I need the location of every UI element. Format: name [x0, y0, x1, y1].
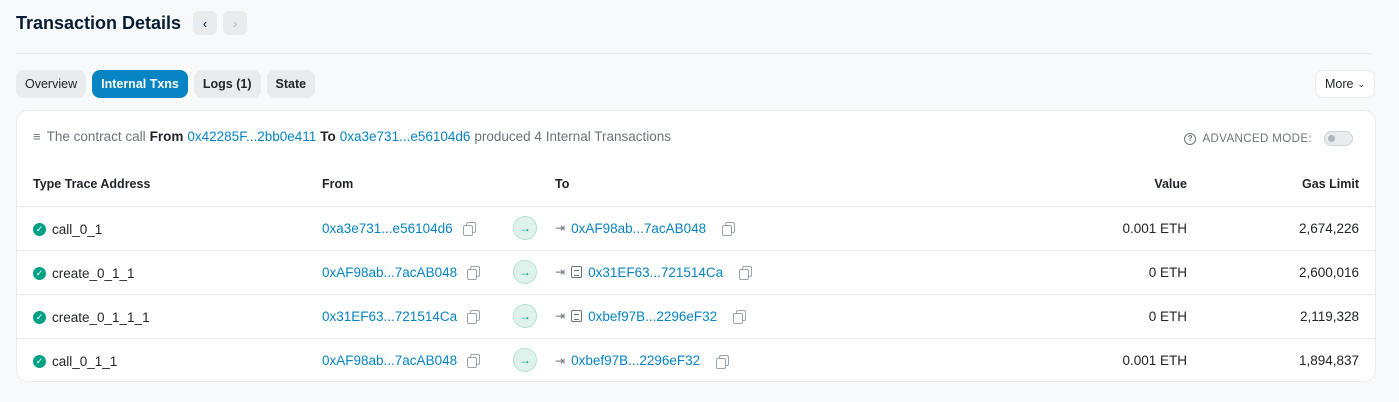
header-gas-limit: Gas Limit — [1187, 163, 1375, 207]
header-arrow — [513, 163, 555, 207]
tab-state[interactable]: State — [266, 70, 316, 98]
header-from: From — [322, 163, 513, 207]
summary-to-label: To — [320, 129, 336, 144]
summary-from-label: From — [149, 129, 184, 144]
to-address[interactable]: 0xbef97B...2296eF32 — [571, 353, 700, 368]
chevron-right-icon: › — [232, 15, 238, 31]
sign-in-icon: ⇥ — [555, 221, 566, 236]
contract-file-icon — [571, 266, 583, 279]
value-cell: 0 ETH — [1035, 294, 1187, 339]
copy-icon[interactable] — [716, 354, 730, 369]
gas-limit-cell: 1,894,837 — [1298, 352, 1359, 368]
list-tree-icon: ≡ — [33, 129, 41, 144]
trace-type: call_0_1 — [52, 221, 103, 237]
from-address[interactable]: 0x31EF63...721514Ca — [322, 309, 457, 324]
copy-icon[interactable] — [462, 221, 476, 236]
success-check-icon: ✓ — [33, 310, 46, 324]
header-value: Value — [1035, 163, 1187, 207]
summary-prefix: The contract call — [46, 129, 146, 144]
summary-suffix: produced 4 Internal Transactions — [474, 129, 672, 144]
to-address[interactable]: 0x31EF63...721514Ca — [588, 265, 723, 280]
more-dropdown-button[interactable]: More ⌄ — [1315, 70, 1375, 98]
tab-logs[interactable]: Logs (1) — [193, 70, 261, 98]
internal-txns-table: Type Trace Address From To Value Gas Lim… — [17, 163, 1375, 381]
gas-limit-cell: 2,674,226 — [1187, 206, 1375, 251]
trace-type: create_0_1_1 — [52, 265, 135, 281]
sign-in-icon: ⇥ — [555, 265, 566, 280]
arrow-right-icon: → — [513, 216, 537, 240]
trace-type: create_0_1_1_1 — [52, 309, 150, 325]
summary-to-address[interactable]: 0xa3e731...e56104d6 — [340, 129, 471, 144]
copy-icon[interactable] — [722, 222, 736, 237]
advanced-mode-label: ADVANCED MODE: — [1202, 132, 1312, 145]
from-address[interactable]: 0xAF98ab...7acAB048 — [322, 265, 457, 280]
to-address[interactable]: 0xbef97B...2296eF32 — [588, 309, 717, 324]
header-to: To — [555, 163, 1035, 207]
advanced-mode-toggle[interactable] — [1324, 131, 1353, 146]
table-row: ✓ create_0_1_1 0xAF98ab...7acAB048 → ⇥ 0x3… — [17, 250, 1375, 295]
tab-internal-txns[interactable]: Internal Txns — [92, 70, 188, 98]
tab-bar: Overview Internal Txns Logs (1) State — [16, 70, 316, 98]
value-cell: 0.001 ETH — [1122, 352, 1187, 368]
internal-txns-card: ≡ The contract call From 0x42285F...2bb0… — [16, 110, 1376, 382]
copy-icon[interactable] — [733, 310, 747, 325]
arrow-right-icon: → — [513, 304, 537, 328]
table-row: ✓ call_0_1 0xa3e731...e56104d6 → ⇥ 0xAF98a… — [17, 206, 1375, 251]
sign-in-icon: ⇥ — [555, 353, 566, 368]
header-type-trace: Type Trace Address — [17, 163, 322, 207]
page-header: Transaction Details ‹ › — [16, 10, 1371, 54]
internal-txns-summary: ≡ The contract call From 0x42285F...2bb0… — [33, 129, 671, 144]
copy-icon[interactable] — [739, 266, 753, 281]
table-row: ✓ call_0_1_1 0xAF98ab...7acAB048 → ⇥ 0xbef… — [17, 338, 1375, 381]
sign-in-icon: ⇥ — [555, 309, 566, 324]
copy-icon[interactable] — [467, 353, 481, 368]
table-row: ✓ create_0_1_1_1 0x31EF63...721514Ca → ⇥ 0… — [17, 294, 1375, 339]
gas-limit-cell: 2,600,016 — [1187, 250, 1375, 295]
next-transaction-button[interactable]: › — [223, 11, 248, 35]
chevron-down-icon: ⌄ — [1357, 79, 1366, 89]
contract-file-icon — [571, 310, 583, 323]
to-address[interactable]: 0xAF98ab...7acAB048 — [571, 221, 706, 236]
value-cell: 0 ETH — [1035, 250, 1187, 295]
page-title: Transaction Details — [16, 13, 182, 33]
trace-type: call_0_1_1 — [52, 353, 118, 369]
from-address[interactable]: 0xAF98ab...7acAB048 — [322, 353, 457, 368]
table-header-row: Type Trace Address From To Value Gas Lim… — [17, 163, 1375, 207]
copy-icon[interactable] — [467, 309, 481, 324]
previous-transaction-button[interactable]: ‹ — [193, 11, 218, 35]
arrow-right-icon: → — [513, 348, 537, 373]
copy-icon[interactable] — [467, 265, 481, 280]
summary-from-address[interactable]: 0x42285F...2bb0e411 — [187, 129, 316, 144]
success-check-icon: ✓ — [33, 222, 46, 236]
success-check-icon: ✓ — [33, 354, 46, 368]
arrow-right-icon: → — [513, 260, 537, 284]
gas-limit-cell: 2,119,328 — [1187, 294, 1375, 339]
advanced-mode: ? ADVANCED MODE: — [1184, 131, 1353, 146]
success-check-icon: ✓ — [33, 266, 46, 280]
from-address[interactable]: 0xa3e731...e56104d6 — [322, 221, 453, 236]
value-cell: 0.001 ETH — [1035, 206, 1187, 251]
more-label: More — [1324, 77, 1354, 91]
chevron-left-icon: ‹ — [202, 15, 208, 31]
tab-overview[interactable]: Overview — [16, 70, 87, 98]
question-circle-icon[interactable]: ? — [1184, 132, 1197, 145]
